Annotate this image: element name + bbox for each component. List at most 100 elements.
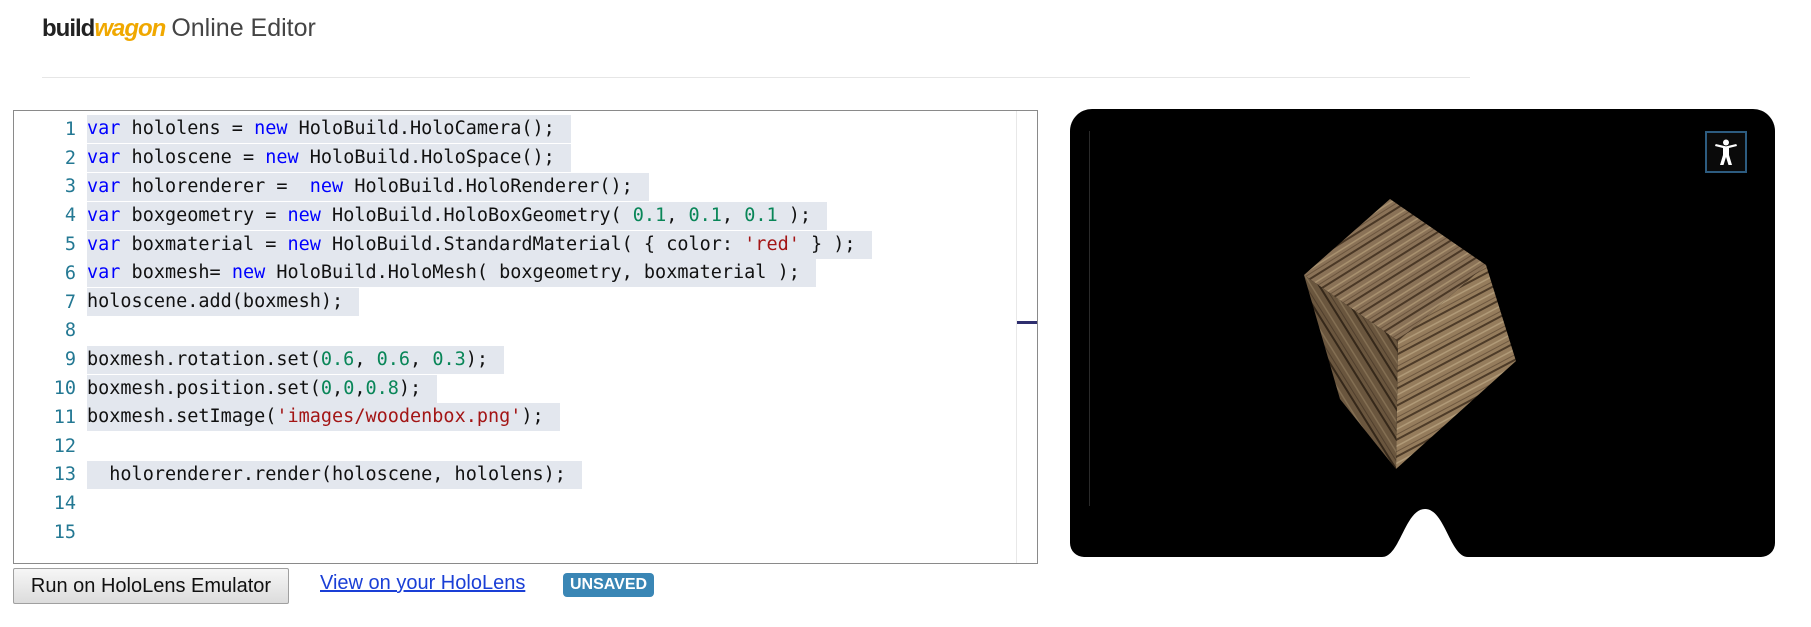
vr-mode-button[interactable] [1705, 131, 1747, 173]
viewport-divider [1089, 131, 1090, 506]
view-on-hololens-link[interactable]: View on your HoloLens [320, 572, 525, 595]
code-token: holoscene.add(boxmesh); [87, 291, 344, 313]
code-token: , [666, 204, 689, 226]
code-line[interactable]: 11 boxmesh.setImage('images/woodenbox.png… [14, 403, 1018, 432]
code-line[interactable]: 7 holoscene.add(boxmesh); [14, 288, 1018, 317]
line-code[interactable]: holorenderer.render(holoscene, hololens)… [87, 460, 582, 489]
code-token: var [87, 233, 121, 255]
code-line[interactable]: 15 [14, 518, 1018, 547]
editor-scrollbar[interactable] [1016, 111, 1037, 563]
status-badge: UNSAVED [563, 573, 655, 597]
line-code[interactable]: var boxmaterial = new HoloBuild.Standard… [87, 230, 872, 259]
code-line[interactable]: 4 var boxgeometry = new HoloBuild.HoloBox… [14, 201, 1018, 230]
code-token: ); [465, 348, 489, 370]
code-line[interactable]: 1 var hololens = new HoloBuild.HoloCamera… [14, 115, 1018, 144]
code-token: 0 [320, 377, 333, 399]
line-code[interactable]: var holoscene = new HoloBuild.HoloSpace(… [87, 144, 571, 173]
logo-wagon: wagon [94, 15, 166, 42]
code-token: , [410, 348, 433, 370]
code-line[interactable]: 10 boxmesh.position.set(0,0,0.8); [14, 374, 1018, 403]
code-token: ); [777, 204, 812, 226]
code-line[interactable]: 13 holorenderer.render(holoscene, holole… [14, 460, 1018, 490]
line-number: 7 [64, 291, 76, 313]
cardboard-person-icon [1715, 139, 1737, 165]
page-title: Online Editor [171, 14, 316, 42]
code-token: var [87, 147, 121, 169]
code-token: , [332, 377, 344, 399]
code-token: boxmesh.position.set( [87, 377, 321, 399]
code-line[interactable]: 3 var holorenderer = new HoloBuild.HoloRe… [14, 172, 1018, 202]
code-token: ); [398, 377, 422, 399]
line-code[interactable]: var holorenderer = new HoloBuild.HoloRen… [87, 172, 649, 201]
code-token: boxmesh.rotation.set( [87, 348, 321, 370]
code-line[interactable]: 2 var holoscene = new HoloBuild.HoloSpace… [14, 144, 1018, 173]
line-number: 5 [64, 234, 76, 256]
code-token: boxmesh.setImage( [87, 406, 277, 428]
code-token: 0.1 [744, 204, 778, 226]
code-token: boxmesh= [120, 262, 232, 284]
line-code[interactable]: var boxgeometry = new HoloBuild.HoloBoxG… [87, 201, 828, 230]
code-token: HoloBuild.HoloBoxGeometry( [320, 204, 633, 226]
run-on-emulator-button[interactable]: Run on HoloLens Emulator [13, 568, 289, 604]
code-token: var [87, 118, 121, 140]
code-token: , [354, 377, 366, 399]
code-token: ); [521, 406, 544, 428]
line-code[interactable]: var boxmesh= new HoloBuild.HoloMesh( box… [87, 259, 816, 288]
line-number: 11 [53, 406, 76, 428]
line-number: 8 [64, 320, 76, 342]
code-token: holorenderer = [120, 175, 310, 197]
code-token: new [265, 147, 299, 169]
line-number: 4 [64, 205, 76, 227]
code-token: var [87, 175, 121, 197]
line-number: 10 [53, 378, 76, 400]
code-token: 0.6 [320, 348, 355, 370]
code-token: new [231, 262, 266, 284]
line-code[interactable]: boxmesh.position.set(0,0,0.8); [87, 374, 438, 403]
code-token: 'images/woodenbox.png' [276, 406, 522, 428]
code-token: hololens = [120, 118, 255, 140]
code-token: 0.1 [688, 204, 722, 226]
logo-build: build [42, 15, 95, 42]
line-number: 3 [64, 176, 76, 198]
code-token: } ); [799, 233, 856, 255]
code-token: var [87, 204, 121, 226]
header-divider [42, 77, 1470, 78]
code-token: HoloBuild.HoloSpace(); [298, 147, 555, 169]
line-code[interactable]: var hololens = new HoloBuild.HoloCamera(… [87, 115, 571, 144]
line-number: 13 [53, 464, 76, 486]
line-code[interactable]: holoscene.add(boxmesh); [87, 288, 360, 317]
code-line[interactable]: 5 var boxmaterial = new HoloBuild.Standar… [14, 230, 1018, 259]
scrollbar-marker [1017, 321, 1037, 324]
code-token: HoloBuild.HoloCamera(); [287, 118, 555, 140]
code-line[interactable]: 6 var boxmesh= new HoloBuild.HoloMesh( bo… [14, 259, 1018, 288]
code-token: 0.8 [365, 377, 399, 399]
code-token: new [287, 233, 321, 255]
code-line[interactable]: 9 boxmesh.rotation.set(0.6, 0.6, 0.3); [14, 345, 1018, 374]
code-token: new [287, 204, 321, 226]
hololens-preview[interactable] [1070, 109, 1775, 557]
code-token: HoloBuild.HoloRenderer(); [343, 175, 633, 197]
line-number: 12 [53, 435, 76, 457]
code-line[interactable]: 14 [14, 489, 1018, 518]
line-number: 15 [53, 522, 76, 544]
wooden-box-render [1304, 199, 1516, 469]
code-token: HoloBuild.HoloMesh( boxgeometry, boxmate… [265, 262, 800, 284]
code-token: new [309, 175, 344, 197]
line-number: 2 [64, 147, 76, 169]
code-token: 'red' [744, 233, 800, 255]
code-line[interactable]: 8 [14, 317, 1018, 346]
code-token: , [354, 348, 377, 370]
code-token: 0.6 [376, 348, 411, 370]
code-line[interactable]: 12 [14, 432, 1018, 461]
code-token: 0 [343, 377, 355, 399]
code-lines[interactable]: 1 var hololens = new HoloBuild.HoloCamera… [14, 115, 1018, 547]
code-token: new [254, 118, 288, 140]
code-token: 0.1 [632, 204, 667, 226]
code-token: boxmaterial = [120, 233, 288, 255]
code-token: holorenderer.render(holoscene, hololens)… [87, 463, 566, 485]
code-editor[interactable]: 1 var hololens = new HoloBuild.HoloCamera… [13, 110, 1038, 564]
line-number: 14 [53, 493, 76, 515]
code-token: var [87, 262, 121, 284]
line-code[interactable]: boxmesh.setImage('images/woodenbox.png')… [87, 403, 560, 432]
line-code[interactable]: boxmesh.rotation.set(0.6, 0.6, 0.3); [87, 345, 505, 374]
